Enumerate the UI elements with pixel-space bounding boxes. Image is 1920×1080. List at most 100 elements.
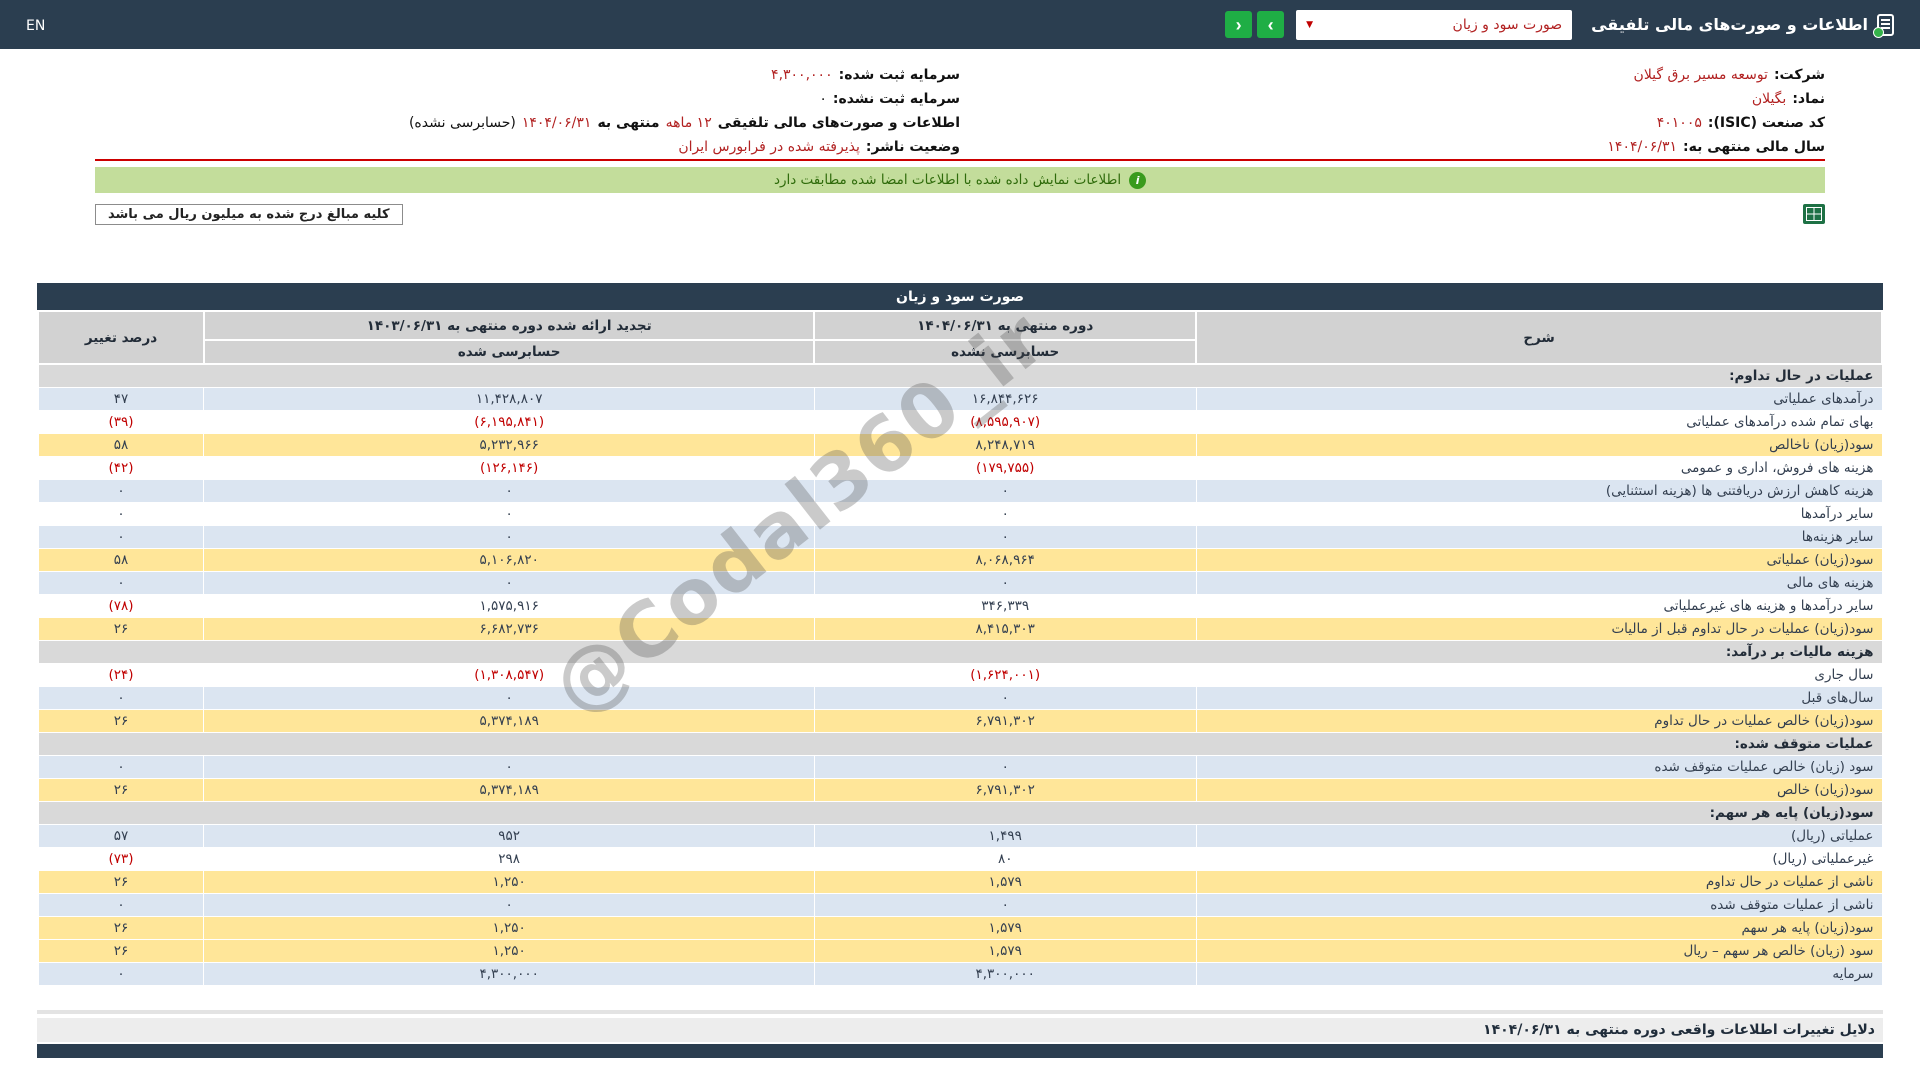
- navbar-right-group: اطلاعات و صورت‌های مالی تلفیقی صورت سود …: [1225, 9, 1894, 40]
- isic-code-value: ۴۰۱۰۰۵: [1656, 115, 1702, 131]
- top-navbar: اطلاعات و صورت‌های مالی تلفیقی صورت سود …: [0, 0, 1920, 49]
- row-description-cell: هزینه های فروش، اداری و عمومی: [1195, 455, 1883, 480]
- company-name-label: شرکت:: [1773, 67, 1825, 83]
- restated-period-value-cell: ۱۱,۴۲۸,۸۰۷: [203, 386, 815, 411]
- restated-period-value-cell: ۵,۲۳۲,۹۶۶: [203, 432, 815, 457]
- export-excel-icon[interactable]: [1803, 204, 1825, 224]
- col-header-restated-period: تجدید ارائه شده دوره منتهی به ۱۴۰۳/۰۶/۳۱: [202, 310, 816, 341]
- current-period-value-cell: ۶,۷۹۱,۳۰۲: [813, 777, 1197, 802]
- change-percent-cell: ۴۷: [37, 386, 205, 411]
- current-period-value-cell: ۰: [813, 892, 1197, 917]
- row-description-cell: سال‌های قبل: [1195, 685, 1883, 710]
- registered-capital-value: ۴,۳۰۰,۰۰۰: [771, 67, 833, 83]
- statement-table-body: عملیات در حال تداوم: درآمدهای عملیاتی ۱۶,۸…: [37, 363, 1883, 986]
- restated-period-value-cell: ۱,۵۷۵,۹۱۶: [203, 593, 815, 618]
- next-statement-button[interactable]: ›: [1257, 11, 1285, 38]
- statement-data-row: سود(زیان) ناخالص ۸,۲۴۸,۷۱۹ ۵,۲۳۲,۹۶۶ ۵۸: [37, 432, 1883, 457]
- statement-data-row: سود(زیان) خالص عملیات در حال تداوم ۶,۷۹۱,…: [37, 708, 1883, 733]
- col-subheader-unaudited: حسابرسی نشده: [813, 339, 1198, 365]
- current-period-value-cell: (۱۷۹,۷۵۵): [813, 455, 1197, 480]
- fiscal-year-end-value: ۱۴۰۴/۰۶/۳۱: [1607, 139, 1677, 155]
- page-title: اطلاعات و صورت‌های مالی تلفیقی: [1591, 15, 1868, 34]
- fiscal-year-end-row: سال مالی منتهی به: ۱۴۰۴/۰۶/۳۱: [960, 135, 1825, 159]
- current-period-value-cell: (۸,۵۹۵,۹۰۷): [813, 409, 1197, 434]
- restated-period-value-cell: ۵,۱۰۶,۸۲۰: [203, 547, 815, 572]
- statement-data-row: سود(زیان) عملیاتی ۸,۰۶۸,۹۶۴ ۵,۱۰۶,۸۲۰ ۵۸: [37, 547, 1883, 572]
- row-description-cell: سایر درآمدها و هزینه های غیرعملیاتی: [1195, 593, 1883, 618]
- change-percent-cell: (۷۳): [37, 846, 205, 871]
- statement-type-dropdown[interactable]: صورت سود و زیان ▼: [1296, 9, 1573, 40]
- statement-data-row: عملیاتی (ریال) ۱,۴۹۹ ۹۵۲ ۵۷: [37, 823, 1883, 848]
- change-percent-cell: ۵۸: [37, 547, 205, 572]
- restated-period-value-cell: ۰: [203, 754, 815, 779]
- statement-data-row: سال‌های قبل ۰ ۰ ۰: [37, 685, 1883, 710]
- unregistered-capital-value: ۰: [819, 91, 827, 107]
- footer-section: دلایل تغییرات اطلاعات واقعی دوره منتهی ب…: [37, 1009, 1883, 1058]
- current-period-value-cell: ۴,۳۰۰,۰۰۰: [813, 961, 1197, 986]
- restated-period-value-cell: ۰: [203, 501, 815, 526]
- ticker-symbol-value: بگیلان: [1751, 91, 1787, 107]
- current-period-value-cell: ۱,۴۹۹: [813, 823, 1197, 848]
- current-period-value-cell: ۸,۲۴۸,۷۱۹: [813, 432, 1197, 457]
- current-period-value-cell: ۰: [813, 685, 1197, 710]
- company-info-section: شرکت: توسعه مسیر برق گیلان نماد: بگیلان …: [95, 49, 1825, 161]
- change-percent-cell: ۰: [37, 478, 205, 503]
- restated-period-value-cell: (۱۲۶,۱۴۶): [203, 455, 815, 480]
- unregistered-capital-row: سرمایه ثبت نشده: ۰: [95, 87, 960, 111]
- row-description-cell: هزینه های مالی: [1195, 570, 1883, 595]
- restated-period-value-cell: ۰: [203, 892, 815, 917]
- statement-data-row: سایر هزینه‌ها ۰ ۰ ۰: [37, 524, 1883, 549]
- current-period-value-cell: ۸۰: [813, 846, 1197, 871]
- statement-title-bar: صورت سود و زیان: [37, 283, 1883, 310]
- statement-data-row: سایر درآمدها و هزینه های غیرعملیاتی ۳۴۶,۳…: [37, 593, 1883, 618]
- row-description-cell: سود(زیان) خالص: [1195, 777, 1883, 802]
- report-period-note-part2: منتهی به: [597, 115, 660, 131]
- chevron-down-icon: ▼: [1306, 19, 1314, 30]
- change-percent-cell: (۳۹): [37, 409, 205, 434]
- statement-nav-arrows: › ‹: [1225, 11, 1285, 38]
- change-percent-cell: (۲۴): [37, 662, 205, 687]
- change-percent-cell: ۲۶: [37, 616, 205, 641]
- change-percent-cell: ۲۶: [37, 938, 205, 963]
- company-info-left-column: سرمایه ثبت شده: ۴,۳۰۰,۰۰۰ سرمایه ثبت نشد…: [95, 63, 960, 159]
- previous-statement-button[interactable]: ‹: [1225, 11, 1253, 38]
- change-percent-cell: ۰: [37, 892, 205, 917]
- current-period-value-cell: ۱,۵۷۹: [813, 915, 1197, 940]
- issuer-status-row: وضعیت ناشر: پذیرفته شده در فرابورس ایران: [95, 135, 960, 159]
- statement-data-row: غیرعملیاتی (ریال) ۸۰ ۲۹۸ (۷۳): [37, 846, 1883, 871]
- statement-data-row: سود (زیان) خالص هر سهم – ریال ۱,۵۷۹ ۱,۲۵۰ ۲…: [37, 938, 1883, 963]
- statement-data-row: سایر درآمدها ۰ ۰ ۰: [37, 501, 1883, 526]
- section-header-label: عملیات متوقف شده:: [37, 731, 1883, 756]
- statement-data-row: سود(زیان) خالص ۶,۷۹۱,۳۰۲ ۵,۳۷۴,۱۸۹ ۲۶: [37, 777, 1883, 802]
- row-description-cell: بهای تمام شده درآمدهای عملیاتی: [1195, 409, 1883, 434]
- restated-period-value-cell: ۹۵۲: [203, 823, 815, 848]
- isic-code-label: کد صنعت (ISIC):: [1707, 115, 1825, 131]
- restated-period-value-cell: ۰: [203, 524, 815, 549]
- change-percent-cell: ۰: [37, 961, 205, 986]
- current-period-value-cell: ۰: [813, 478, 1197, 503]
- row-description-cell: سایر هزینه‌ها: [1195, 524, 1883, 549]
- restated-period-value-cell: (۶,۱۹۵,۸۴۱): [203, 409, 815, 434]
- language-en-link[interactable]: EN: [26, 18, 45, 34]
- col-header-change-percent: درصد تغییر: [37, 310, 205, 365]
- statement-table: شرح دوره منتهی به ۱۴۰۴/۰۶/۳۱ تجدید ارائه…: [37, 310, 1883, 986]
- row-description-cell: ناشی از عملیات متوقف شده: [1195, 892, 1883, 917]
- current-period-value-cell: ۰: [813, 570, 1197, 595]
- statement-data-row: سود(زیان) پایه هر سهم ۱,۵۷۹ ۱,۲۵۰ ۲۶: [37, 915, 1883, 940]
- report-period-months: ۱۲ ماهه: [665, 115, 712, 131]
- financial-report-icon: [1873, 13, 1894, 38]
- signed-data-match-text: اطلاعات نمایش داده شده با اطلاعات امضا ش…: [773, 172, 1122, 188]
- row-description-cell: سود (زیان) خالص هر سهم – ریال: [1195, 938, 1883, 963]
- statement-data-row: درآمدهای عملیاتی ۱۶,۸۴۴,۶۲۶ ۱۱,۴۲۸,۸۰۷ ۴۷: [37, 386, 1883, 411]
- restated-period-value-cell: ۲۹۸: [203, 846, 815, 871]
- row-description-cell: سود(زیان) عملیاتی: [1195, 547, 1883, 572]
- section-header-label: عملیات در حال تداوم:: [37, 363, 1883, 388]
- current-period-value-cell: (۱,۶۲۴,۰۰۱): [813, 662, 1197, 687]
- col-header-description: شرح: [1195, 310, 1883, 365]
- change-percent-cell: ۰: [37, 524, 205, 549]
- change-percent-cell: (۷۸): [37, 593, 205, 618]
- row-description-cell: سود(زیان) خالص عملیات در حال تداوم: [1195, 708, 1883, 733]
- company-name-row: شرکت: توسعه مسیر برق گیلان: [960, 63, 1825, 87]
- section-header-row: عملیات در حال تداوم:: [37, 363, 1883, 388]
- change-percent-cell: ۰: [37, 570, 205, 595]
